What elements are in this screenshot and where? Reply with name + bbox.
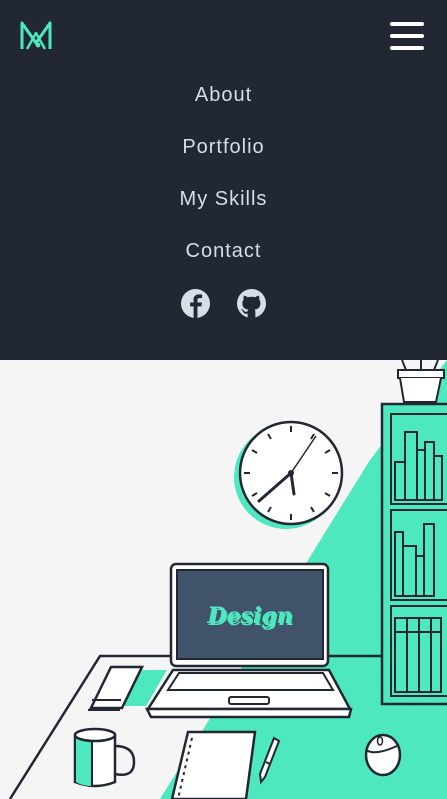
desk-illustration: Design Design	[8, 360, 447, 799]
menu-toggle-button[interactable]	[388, 20, 426, 52]
bookshelf	[380, 402, 447, 706]
computer-mouse-icon	[364, 733, 402, 777]
nav-link-about[interactable]: About	[195, 78, 252, 130]
nav-link-contact[interactable]: Contact	[186, 234, 262, 286]
plant-pot	[397, 360, 445, 403]
github-icon[interactable]	[236, 288, 267, 319]
social-links	[0, 288, 447, 319]
hamburger-icon-bar	[390, 22, 424, 26]
hamburger-icon-bar	[390, 34, 424, 38]
coffee-mug-icon	[73, 727, 136, 788]
hamburger-icon-bar	[390, 46, 424, 50]
logo-icon[interactable]	[19, 19, 53, 53]
nav-link-skills[interactable]: My Skills	[180, 182, 268, 234]
top-navigation-panel: About Portfolio My Skills Contact	[0, 0, 447, 360]
wall-clock-icon	[234, 420, 344, 529]
main-nav: About Portfolio My Skills Contact	[0, 78, 447, 286]
notebook	[170, 730, 257, 799]
laptop-screen-text: Design	[206, 603, 292, 629]
nav-link-portfolio[interactable]: Portfolio	[182, 130, 264, 182]
laptop: Design Design	[144, 562, 353, 719]
facebook-icon[interactable]	[180, 288, 211, 319]
